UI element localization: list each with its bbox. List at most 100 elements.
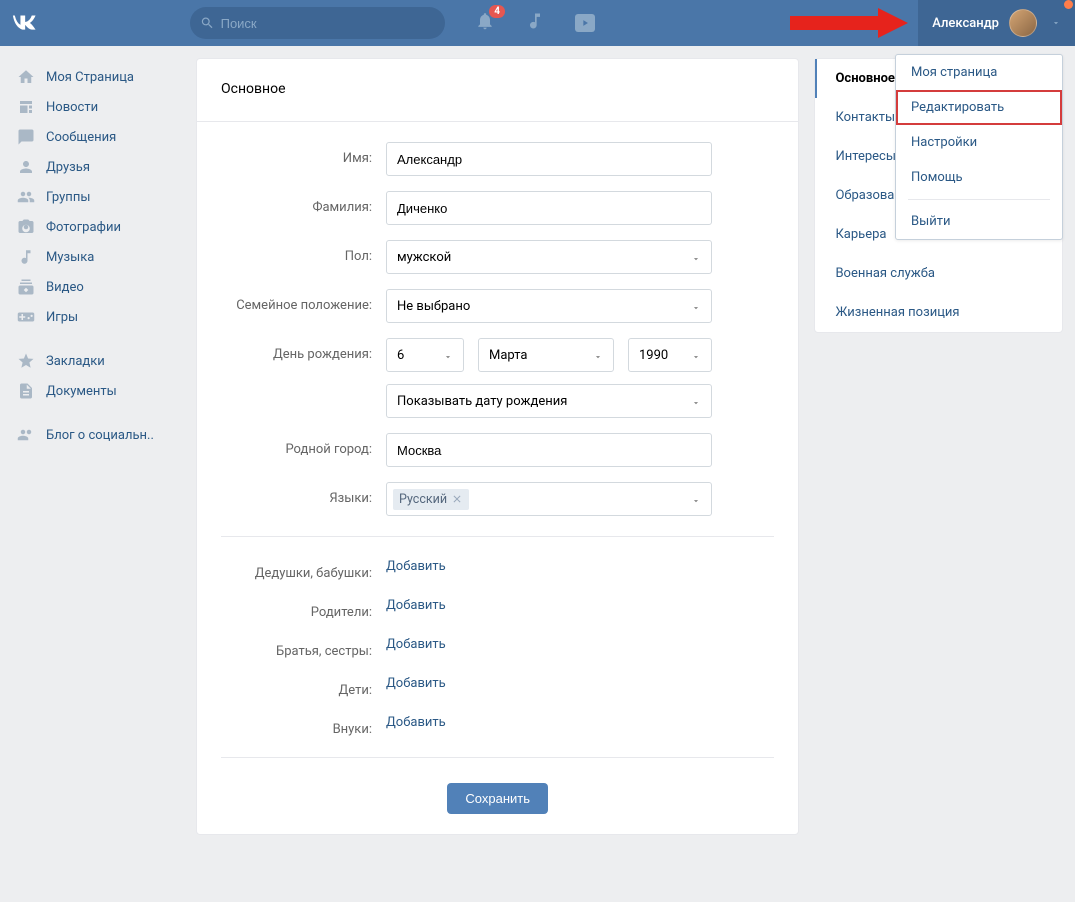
language-token: Русский [393,489,469,510]
groups-icon [16,187,36,207]
search-input[interactable] [221,16,435,31]
gamepad-icon [16,307,36,327]
star-icon [16,351,36,371]
dropdown-separator [908,199,1050,200]
dob-year-value: 1990 [639,348,668,363]
home-icon [16,67,36,87]
label-first-name: Имя: [221,142,386,166]
language-token-label: Русский [399,492,447,507]
label-siblings: Братья, сестры: [221,635,386,659]
sidebar-item-games[interactable]: Игры [12,302,181,332]
sidebar-item-my-page[interactable]: Моя Страница [12,62,181,92]
avatar [1009,9,1037,37]
chevron-down-icon [691,352,701,362]
relationship-value: Не выбрано [397,299,470,314]
vk-logo-icon [11,13,45,33]
chevron-down-icon [691,303,701,313]
add-parents-link[interactable]: Добавить [386,596,446,613]
main-panel: Основное Имя: Фамилия: Пол: мужской [196,58,799,835]
remove-language-icon[interactable] [451,493,463,505]
left-sidebar: Моя Страница Новости Сообщения Друзья Гр… [12,58,181,835]
video-button[interactable] [575,14,595,32]
add-siblings-link[interactable]: Добавить [386,635,446,652]
music-icon [16,247,36,267]
chevron-down-icon [1051,18,1061,28]
sidebar-item-friends[interactable]: Друзья [12,152,181,182]
label-dob: День рождения: [221,338,386,362]
languages-select[interactable]: Русский [386,482,712,516]
last-name-input[interactable] [386,191,712,225]
sidebar-item-label: Новости [46,100,98,115]
sidebar-item-photos[interactable]: Фотографии [12,212,181,242]
messages-icon [16,127,36,147]
sidebar-item-groups[interactable]: Группы [12,182,181,212]
page-title: Основное [197,59,798,121]
dob-month-value: Марта [489,348,527,363]
sidebar-item-blog[interactable]: Блог о социальн.. [12,420,181,450]
dropdown-item-settings[interactable]: Настройки [896,125,1062,160]
sidebar-item-label: Группы [46,190,90,205]
header-icons: 4 [475,11,595,35]
tab-life-position[interactable]: Жизненная позиция [815,293,1062,332]
sidebar-item-label: Закладки [46,354,105,369]
news-icon [16,97,36,117]
annotation-arrow [790,14,910,34]
add-grandparents-link[interactable]: Добавить [386,557,446,574]
dob-month-select[interactable]: Марта [478,338,614,372]
label-parents: Родители: [221,596,386,620]
dob-visibility-select[interactable]: Показывать дату рождения [386,384,712,418]
chevron-down-icon [691,496,701,506]
notifications-button[interactable]: 4 [475,11,495,35]
play-icon [580,18,590,28]
first-name-input[interactable] [386,142,712,176]
dob-year-select[interactable]: 1990 [628,338,712,372]
music-button[interactable] [525,11,545,35]
sex-select[interactable]: мужской [386,240,712,274]
label-grandparents: Дедушки, бабушки: [221,557,386,581]
tab-military[interactable]: Военная служба [815,254,1062,293]
sidebar-item-video[interactable]: Видео [12,272,181,302]
dropdown-item-help[interactable]: Помощь [896,160,1062,195]
hometown-input[interactable] [386,433,712,467]
dob-day-value: 6 [397,348,404,363]
label-hometown: Родной город: [221,433,386,457]
add-grandchildren-link[interactable]: Добавить [386,713,446,730]
sidebar-item-label: Сообщения [46,130,116,145]
sidebar-item-label: Видео [46,280,84,295]
vk-logo[interactable] [0,0,55,46]
chevron-down-icon [593,352,603,362]
search-box[interactable] [190,7,445,39]
dropdown-item-edit[interactable]: Редактировать [896,90,1062,125]
top-header: 4 Александр [0,0,1075,46]
dob-visibility-value: Показывать дату рождения [397,394,567,409]
sidebar-item-bookmarks[interactable]: Закладки [12,346,181,376]
sidebar-item-music[interactable]: Музыка [12,242,181,272]
logo-dot-icon [1064,0,1073,9]
sidebar-item-messages[interactable]: Сообщения [12,122,181,152]
header-username: Александр [932,16,999,31]
sidebar-item-label: Музыка [46,250,94,265]
sidebar-item-label: Блог о социальн.. [46,428,154,443]
save-button[interactable]: Сохранить [447,783,548,814]
sidebar-item-news[interactable]: Новости [12,92,181,122]
add-children-link[interactable]: Добавить [386,674,446,691]
user-menu-trigger[interactable]: Александр [918,0,1075,46]
sidebar-item-label: Друзья [46,160,90,175]
dropdown-item-logout[interactable]: Выйти [896,204,1062,239]
label-sex: Пол: [221,240,386,264]
search-icon [200,15,215,31]
sidebar-item-documents[interactable]: Документы [12,376,181,406]
relationship-select[interactable]: Не выбрано [386,289,712,323]
sidebar-item-label: Игры [46,310,78,325]
dob-day-select[interactable]: 6 [386,338,464,372]
notification-badge: 4 [489,5,505,18]
sidebar-item-label: Документы [46,384,117,399]
sex-value: мужской [397,250,451,265]
label-grandchildren: Внуки: [221,713,386,737]
sidebar-item-label: Фотографии [46,220,121,235]
music-icon [525,11,545,31]
sidebar-item-label: Моя Страница [46,70,134,85]
camera-icon [16,217,36,237]
dropdown-item-my-page[interactable]: Моя страница [896,55,1062,90]
friends-icon [16,157,36,177]
